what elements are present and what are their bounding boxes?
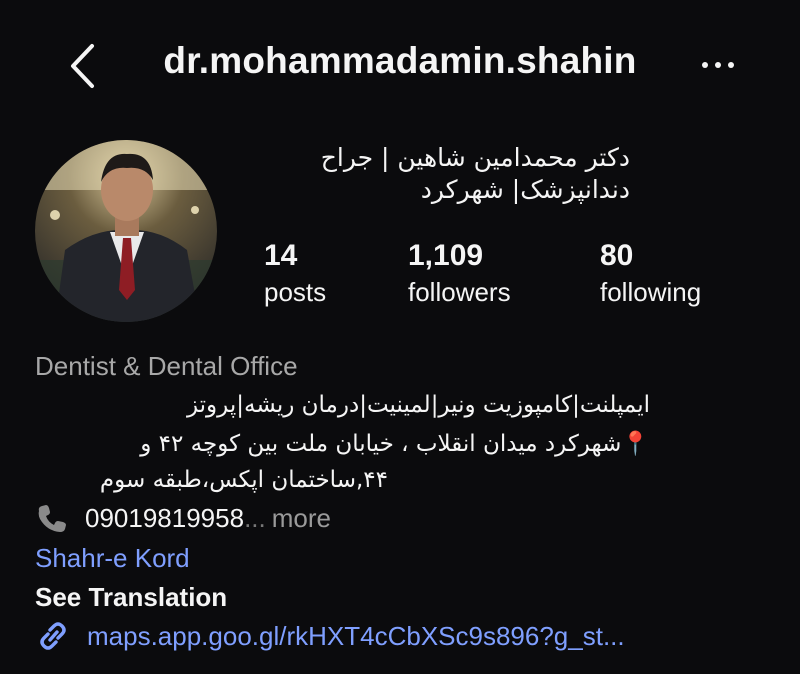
stat-posts[interactable]: 14 posts [264,240,326,312]
bio-more-link[interactable]: more [272,503,331,534]
following-label: following [600,277,702,307]
posts-label: posts [264,277,327,307]
profile-avatar[interactable] [35,140,217,322]
phone-number[interactable]: 09019819958 [85,503,244,534]
more-options-button[interactable] [696,50,740,80]
location-link[interactable]: Shahr-e Kord [35,543,190,574]
external-link[interactable]: maps.app.goo.gl/rkHXT4cCbXSc9s896?g_st..… [35,620,625,652]
see-translation-button[interactable]: See Translation [35,582,227,613]
bio-line-address-1: 📍شهرکرد میدان انقلاب ، خیابان ملت بین کو… [140,431,650,457]
profile-full-name: دکتر محمدامین شاهین | جراح دندانپزشک| شه… [210,142,630,206]
following-count: 80 [600,239,634,272]
bio-line-services: ایمپلنت|کامپوزیت ونیر|لمینیت|درمان ریشه|… [186,392,650,418]
more-horizontal-icon [702,62,708,68]
bio-line-address-2: ۴۴,ساختمان اپکس،طبقه سوم [99,467,388,493]
stat-followers[interactable]: 1,109 followers [408,240,511,312]
profile-username: dr.mohammadamin.shahin [163,40,637,81]
stat-following[interactable]: 80 following [600,240,701,312]
external-link-url[interactable]: maps.app.goo.gl/rkHXT4cCbXSc9s896?g_st..… [87,621,625,652]
bio-ellipsis: ... [244,503,266,533]
full-name-line-1: دکتر محمدامین شاهین | جراح [320,143,630,172]
followers-count: 1,109 [408,239,484,272]
phone-icon [35,504,73,534]
full-name-line-2: دندانپزشک| شهرکرد [420,175,630,204]
profile-category: Dentist & Dental Office [35,351,298,381]
link-icon [35,620,73,652]
posts-count: 14 [264,239,298,272]
followers-label: followers [408,277,511,307]
bio-phone-row: 09019819958 ... more [35,503,331,534]
